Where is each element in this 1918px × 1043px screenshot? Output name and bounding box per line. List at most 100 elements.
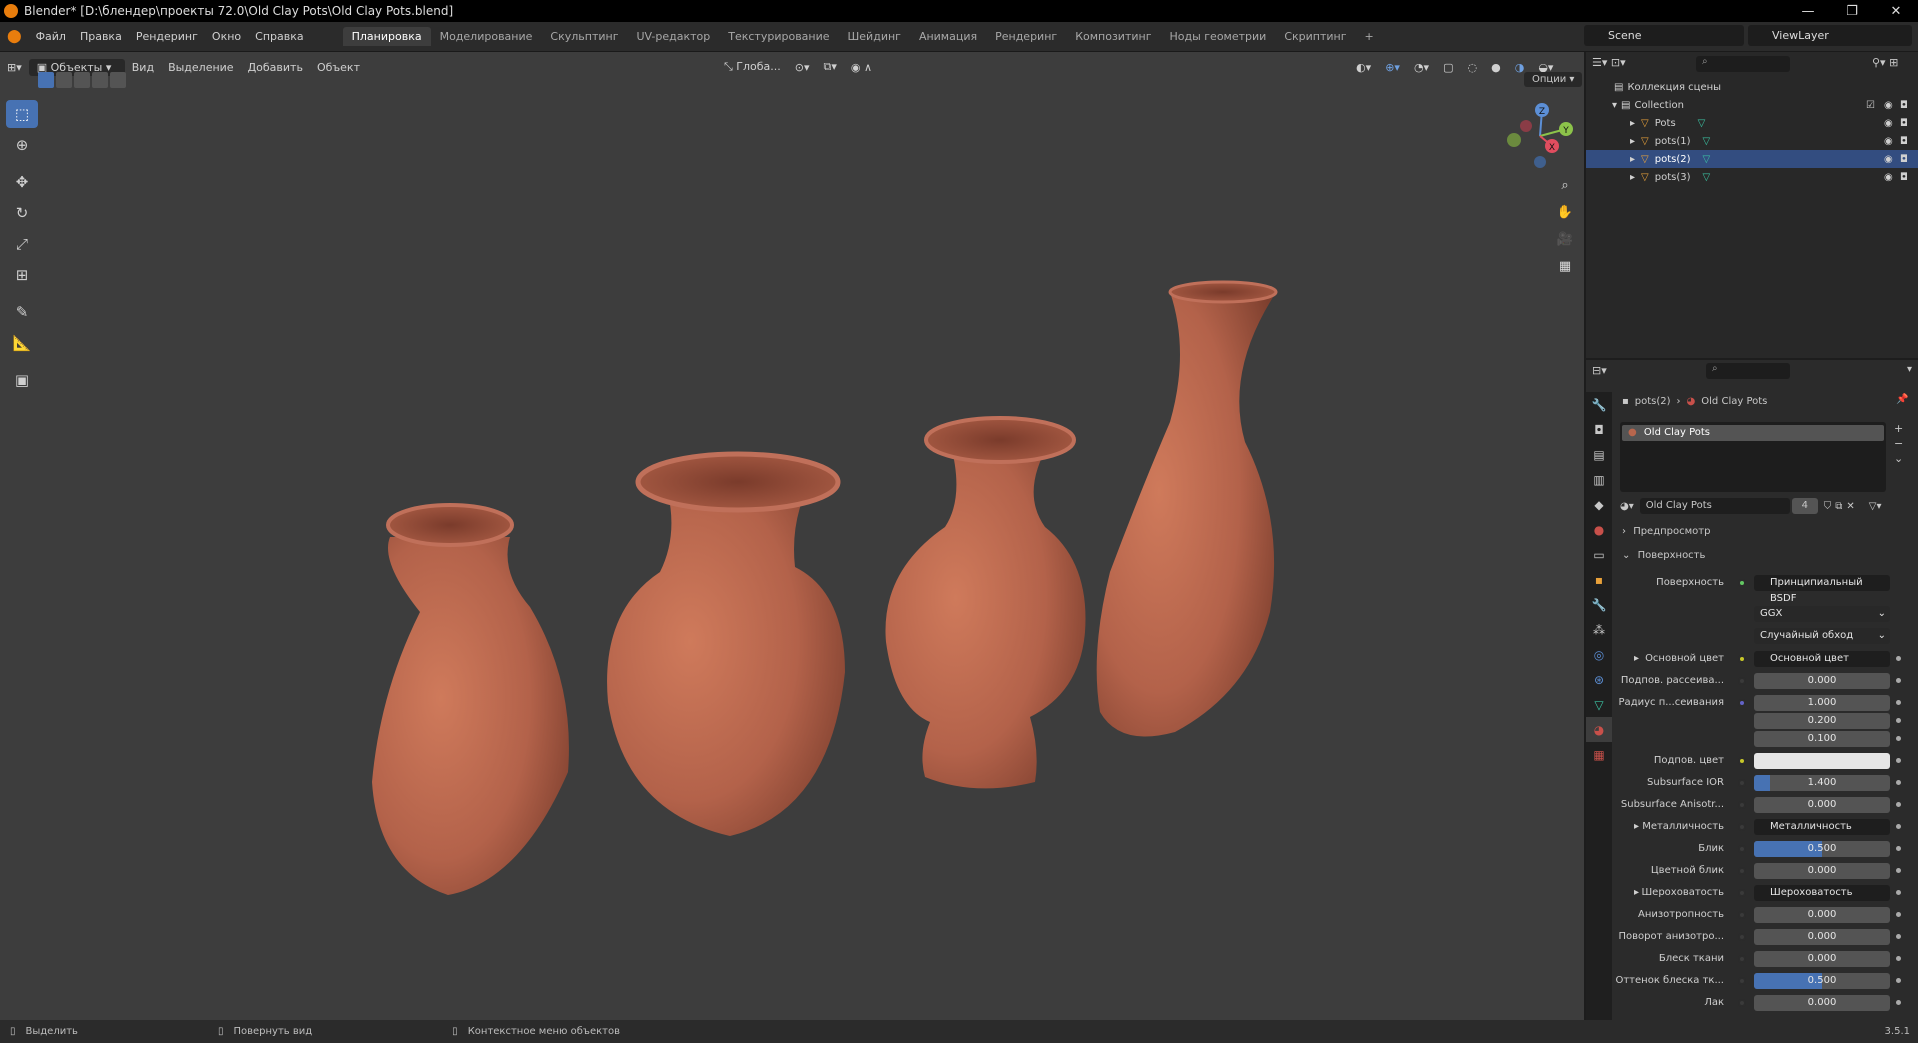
property-value-field[interactable]: 0.000: [1754, 863, 1890, 879]
property-value-field[interactable]: 0.000: [1754, 995, 1890, 1011]
scene-selector[interactable]: Scene: [1584, 25, 1744, 46]
viewport-menu-add[interactable]: Добавить: [241, 61, 310, 74]
tab-shading[interactable]: Шейдинг: [839, 27, 910, 46]
material-slot-item[interactable]: ● Old Clay Pots: [1622, 425, 1884, 441]
property-value-field[interactable]: 1.000: [1754, 695, 1890, 711]
socket-dot-icon[interactable]: [1738, 911, 1746, 919]
visibility-icon[interactable]: ◐▾: [1349, 61, 1378, 74]
material-tab-icon[interactable]: ◕: [1586, 717, 1612, 742]
tab-layout[interactable]: Планировка: [342, 27, 431, 46]
keyframe-dot-icon[interactable]: [1896, 656, 1901, 661]
tab-compositing[interactable]: Композитинг: [1066, 27, 1160, 46]
keyframe-dot-icon[interactable]: [1896, 846, 1901, 851]
options-button[interactable]: Опции ▾: [1524, 72, 1583, 87]
menu-help[interactable]: Справка: [248, 30, 310, 43]
select-invert-icon[interactable]: [92, 72, 108, 88]
socket-dot-icon[interactable]: [1738, 757, 1746, 765]
mesh-data-tab-icon[interactable]: ▽: [1586, 692, 1612, 717]
gizmo-toggle-icon[interactable]: ⊕▾: [1378, 61, 1407, 74]
render-camera-icon[interactable]: ◘: [1900, 118, 1908, 129]
menu-file[interactable]: Файл: [29, 30, 73, 43]
tab-scripting[interactable]: Скриптинг: [1275, 27, 1355, 46]
pot-object-1[interactable]: [372, 503, 569, 895]
3d-viewport[interactable]: [0, 52, 1584, 1020]
keyframe-dot-icon[interactable]: [1896, 780, 1901, 785]
tab-geometry-nodes[interactable]: Ноды геометрии: [1160, 27, 1275, 46]
modifier-tab-icon[interactable]: 🔧: [1586, 592, 1612, 617]
expand-arrow-icon[interactable]: ▸: [1630, 172, 1635, 183]
viewport-menu-view[interactable]: Вид: [125, 61, 161, 74]
orientation-selector[interactable]: ⤡ Глоба...: [717, 60, 788, 74]
socket-dot-icon[interactable]: [1738, 977, 1746, 985]
surface-shader-field[interactable]: Принципиальный BSDF: [1754, 575, 1890, 604]
property-value-field[interactable]: 0.000: [1754, 797, 1890, 813]
tool-tab-icon[interactable]: 🔧: [1586, 392, 1612, 417]
view-layer-tab-icon[interactable]: ▥: [1586, 467, 1612, 492]
keyframe-dot-icon[interactable]: [1896, 890, 1901, 895]
annotate-tool-icon[interactable]: ✎: [6, 298, 38, 326]
render-camera-icon[interactable]: ◘: [1900, 172, 1908, 183]
color-swatch[interactable]: [1754, 753, 1890, 769]
keyframe-dot-icon[interactable]: [1896, 868, 1901, 873]
visibility-eye-icon[interactable]: ◉: [1884, 118, 1893, 129]
pan-hand-icon[interactable]: ✋: [1552, 199, 1578, 225]
visibility-eye-icon[interactable]: ◉: [1884, 136, 1893, 147]
viewport-menu-select[interactable]: Выделение: [161, 61, 241, 74]
menu-window[interactable]: Окно: [205, 30, 248, 43]
expand-arrow-icon[interactable]: ▾: [1612, 100, 1617, 111]
physics-tab-icon[interactable]: ◎: [1586, 642, 1612, 667]
zoom-icon[interactable]: ⌕: [1552, 172, 1578, 198]
minimize-button[interactable]: —: [1786, 0, 1830, 22]
world-tab-icon[interactable]: ●: [1586, 517, 1612, 542]
expand-arrow-icon[interactable]: ▸: [1630, 136, 1635, 147]
object-tab-icon[interactable]: ▪: [1586, 567, 1612, 592]
keyframe-dot-icon[interactable]: [1896, 700, 1901, 705]
expand-arrow-icon[interactable]: ▸: [1634, 653, 1639, 664]
scale-tool-icon[interactable]: ⤢: [6, 230, 38, 258]
socket-dot-icon[interactable]: [1738, 845, 1746, 853]
constraints-tab-icon[interactable]: ⊛: [1586, 667, 1612, 692]
editor-type-icon[interactable]: ⊞▾: [0, 61, 29, 74]
material-name-field[interactable]: Old Clay Pots: [1639, 498, 1790, 514]
outliner-item-pots-1[interactable]: ▸ ▽ pots(1) ▽ ◉ ◘: [1586, 132, 1918, 150]
scene-tab-icon[interactable]: ◆: [1586, 492, 1612, 517]
property-value-field[interactable]: 0.500: [1754, 973, 1890, 989]
select-extend-icon[interactable]: [56, 72, 72, 88]
tab-sculpting[interactable]: Скульптинг: [541, 27, 627, 46]
keyframe-dot-icon[interactable]: [1896, 956, 1901, 961]
render-tab-icon[interactable]: ◘: [1586, 417, 1612, 442]
subsurface-method-dropdown[interactable]: Случайный обход ⌄: [1754, 628, 1890, 644]
socket-dot-icon[interactable]: [1738, 933, 1746, 941]
blender-menu-icon[interactable]: ⬤: [0, 29, 29, 44]
navigation-gizmo[interactable]: Z Y X: [1500, 96, 1580, 176]
select-new-icon[interactable]: [38, 72, 54, 88]
output-tab-icon[interactable]: ▤: [1586, 442, 1612, 467]
outliner-item-pots[interactable]: ▸ ▽ Pots ▽ ◉ ◘: [1586, 114, 1918, 132]
socket-dot-icon[interactable]: [1738, 867, 1746, 875]
material-filter-icon[interactable]: ▽▾: [1869, 501, 1882, 512]
socket-dot-icon[interactable]: [1738, 801, 1746, 809]
select-subtract-icon[interactable]: [74, 72, 90, 88]
slot-menu-button[interactable]: ⌄: [1894, 452, 1903, 465]
properties-options-icon[interactable]: ▾: [1907, 364, 1912, 375]
panel-preview-header[interactable]: › Предпросмотр: [1622, 526, 1710, 537]
add-workspace-button[interactable]: +: [1356, 27, 1383, 46]
outliner-collection-row[interactable]: ▾ ▤ Collection ☑ ◉ ◘: [1586, 96, 1918, 114]
duplicate-material-icon[interactable]: ⧉: [1835, 501, 1842, 512]
pot-object-2[interactable]: [607, 451, 845, 836]
panel-surface-header[interactable]: ⌄ Поверхность: [1622, 550, 1705, 561]
property-value-field[interactable]: 1.400: [1754, 775, 1890, 791]
socket-dot-icon[interactable]: [1738, 999, 1746, 1007]
tab-texture-paint[interactable]: Текстурирование: [719, 27, 838, 46]
socket-dot-icon[interactable]: [1738, 889, 1746, 897]
select-intersect-icon[interactable]: [110, 72, 126, 88]
property-value-field[interactable]: 0.000: [1754, 907, 1890, 923]
property-link-field[interactable]: Шероховатость: [1754, 885, 1890, 901]
property-value-field[interactable]: 0.000: [1754, 673, 1890, 689]
keyframe-dot-icon[interactable]: [1896, 736, 1901, 741]
expand-arrow-icon[interactable]: ▸: [1634, 887, 1639, 898]
viewport-menu-object[interactable]: Объект: [310, 61, 367, 74]
property-value-field[interactable]: 0.100: [1754, 731, 1890, 747]
shading-solid-icon[interactable]: ●: [1484, 61, 1508, 74]
keyframe-dot-icon[interactable]: [1896, 912, 1901, 917]
